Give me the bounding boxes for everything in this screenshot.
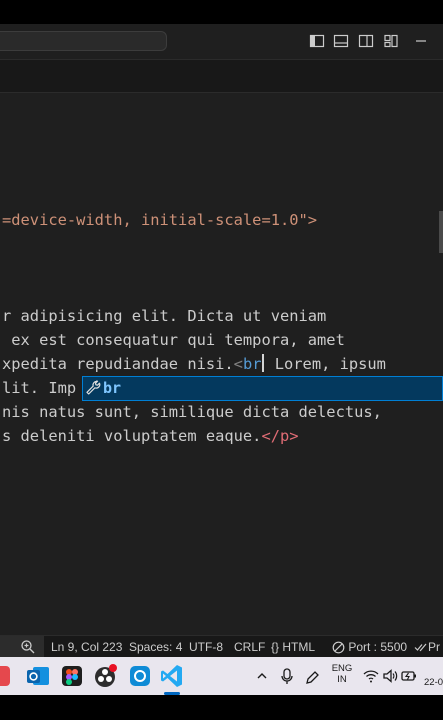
editor-tab-strip [0, 60, 443, 93]
show-hidden-icons-chevron-icon[interactable] [254, 662, 270, 690]
autocomplete-suggestion-widget: br [82, 376, 443, 401]
language-region: IN [337, 674, 347, 685]
screen-bezel-bottom [0, 695, 443, 720]
scrollbar-thumb[interactable] [439, 211, 443, 253]
snipping-tool-icon[interactable] [126, 662, 154, 690]
code-line: nis natus sunt, similique dicta delectus… [2, 400, 382, 424]
wrench-icon [85, 380, 101, 396]
code-editor[interactable]: =device-width, initial-scale=1.0"> r adi… [0, 93, 443, 635]
text: lit. Imp [2, 379, 77, 397]
braces-icon: {} [271, 640, 280, 654]
customize-layout-icon[interactable] [383, 33, 399, 49]
text: xpedita repudiandae nisi. [2, 355, 234, 373]
text: Lorem, ipsum [265, 355, 386, 373]
battery-icon[interactable] [401, 662, 417, 690]
wifi-icon[interactable] [363, 662, 379, 690]
suggestion-item-br[interactable]: br [82, 376, 443, 401]
port-label: Port : 5500 [348, 640, 408, 654]
outlook-icon[interactable] [24, 662, 52, 690]
clock-date[interactable]: 22-0 [424, 677, 443, 688]
screen-bezel-top [0, 0, 443, 24]
zoom-icon [20, 639, 36, 658]
text: s deleniti voluptatem eaque. [2, 427, 262, 445]
text: r adipisicing elit. Dicta ut veniam [2, 307, 327, 325]
zoom-status-item[interactable] [0, 636, 44, 658]
indentation-status[interactable]: Spaces: 4 [129, 636, 182, 658]
pen-icon[interactable] [304, 662, 320, 690]
code-line: lit. Imp [2, 376, 76, 400]
code-line: s deleniti voluptatem eaque.</p> [2, 424, 299, 448]
end-tag: </p> [261, 427, 299, 445]
tag-name: br [242, 355, 262, 373]
toggle-panel-icon[interactable] [333, 33, 349, 49]
code-line-current: xpedita repudiandae nisi.<br Lorem, ipsu… [2, 352, 386, 376]
tag-bracket: < [233, 355, 243, 373]
vscode-icon[interactable] [158, 662, 186, 690]
status-bar: Ln 9, Col 223 Spaces: 4 UTF-8 CRLF {} HT… [0, 635, 443, 658]
eol-status[interactable]: CRLF [234, 636, 265, 658]
language-mode-status[interactable]: {} HTML [271, 636, 315, 658]
suggestion-label: br [103, 379, 122, 397]
figma-icon[interactable] [58, 662, 86, 690]
prettier-label: Pr [428, 640, 440, 654]
input-language-indicator[interactable]: ENG IN [329, 663, 355, 685]
encoding-status[interactable]: UTF-8 [189, 636, 223, 658]
attribute-value: =device-width, initial-scale=1.0"> [2, 211, 318, 229]
code-line: ex est consequatur qui tempora, amet [2, 328, 345, 352]
app-icon-red[interactable] [0, 662, 16, 690]
language-label: HTML [282, 640, 316, 654]
cursor-position[interactable]: Ln 9, Col 223 [51, 636, 122, 658]
obs-icon[interactable] [92, 662, 120, 690]
volume-icon[interactable] [382, 662, 398, 690]
code-line-meta: =device-width, initial-scale=1.0"> [2, 208, 317, 232]
code-line: r adipisicing elit. Dicta ut veniam [2, 304, 326, 328]
microphone-icon[interactable] [279, 662, 295, 690]
command-center-search[interactable] [0, 31, 167, 51]
text: ex est consequatur qui tempora, amet [2, 331, 345, 349]
text: nis natus sunt, similique dicta delectus… [2, 403, 382, 421]
minimize-icon[interactable] [414, 33, 430, 49]
windows-taskbar: ENG IN 22-0 [0, 657, 443, 695]
language-code: ENG [331, 663, 353, 674]
toggle-primary-sidebar-icon[interactable] [309, 33, 325, 49]
toggle-secondary-sidebar-icon[interactable] [358, 33, 374, 49]
title-bar [0, 24, 443, 60]
